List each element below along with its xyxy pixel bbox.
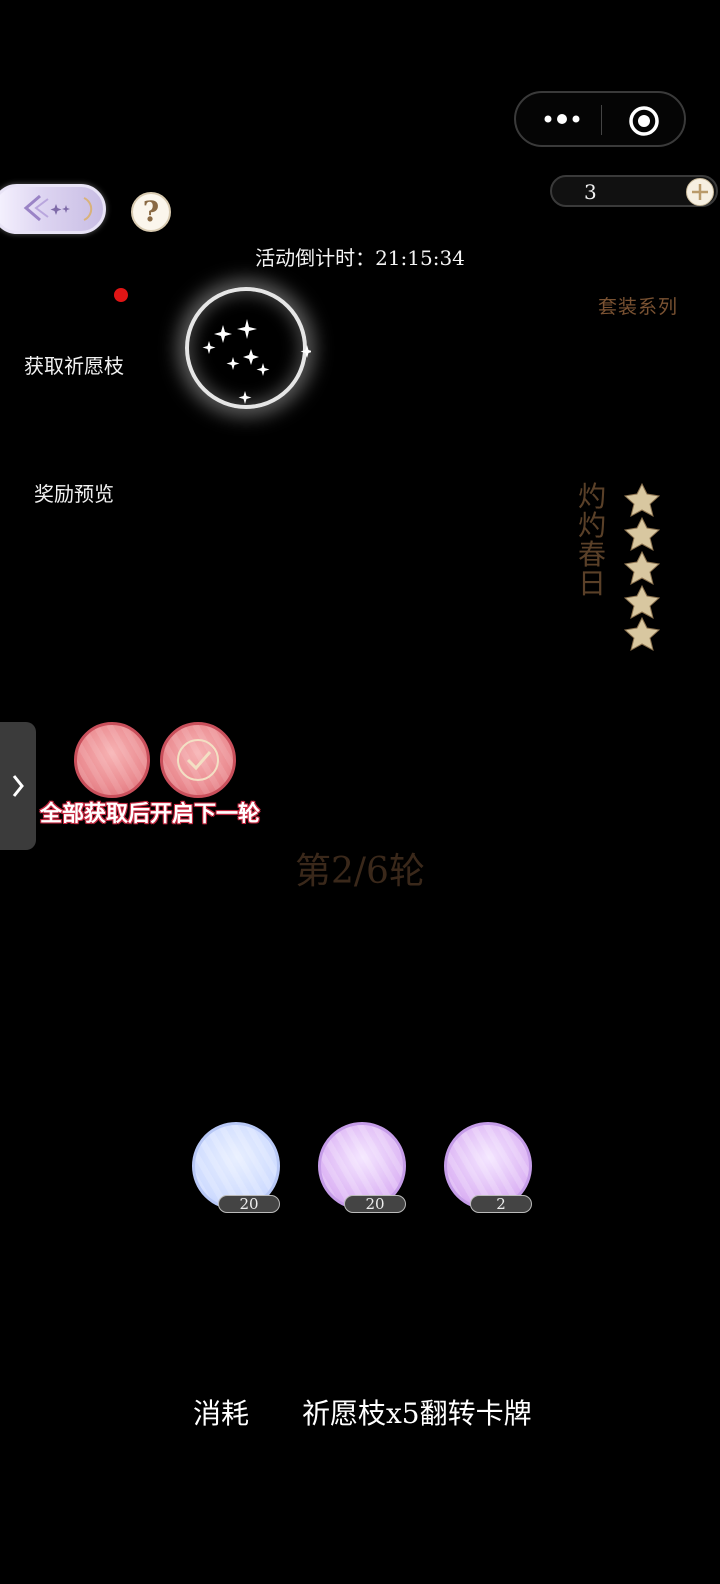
round-reward-item[interactable] xyxy=(74,722,150,798)
star-icon xyxy=(623,482,661,651)
wish-item-purple[interactable]: 20 xyxy=(318,1122,406,1214)
wish-item-purple-2[interactable]: 2 xyxy=(444,1122,532,1214)
item-count: 2 xyxy=(470,1195,532,1213)
back-button[interactable] xyxy=(0,184,106,234)
currency-bar: 3 xyxy=(550,175,718,207)
help-icon: ? xyxy=(142,195,160,228)
currency-value: 3 xyxy=(584,180,597,204)
mini-program-capsule xyxy=(514,91,686,147)
round-reward-item-claimed[interactable] xyxy=(160,722,236,798)
plus-icon xyxy=(692,184,708,200)
reward-preview-button[interactable]: 奖励预览 xyxy=(34,478,114,507)
countdown-timer: 活动倒计时：21:15:34 xyxy=(255,246,465,270)
side-drawer-toggle[interactable] xyxy=(0,722,36,850)
wish-orb[interactable] xyxy=(185,287,311,409)
get-wish-branch-button[interactable]: 获取祈愿枝 xyxy=(24,350,124,379)
add-currency-button[interactable] xyxy=(686,178,714,206)
wish-item-blue[interactable]: 20 xyxy=(192,1122,280,1214)
more-dots-icon[interactable] xyxy=(540,107,584,131)
suit-name: 灼灼春日 xyxy=(578,480,607,600)
capsule-divider xyxy=(601,105,602,135)
help-button[interactable]: ? xyxy=(131,192,171,232)
star-rating xyxy=(622,482,662,656)
suit-series-link[interactable]: 套装系列 xyxy=(598,292,678,319)
flip-card-action[interactable]: 祈愿枝x5翻转卡牌 xyxy=(302,1392,532,1432)
chevron-right-icon xyxy=(12,775,24,797)
item-count: 20 xyxy=(218,1195,280,1213)
check-icon xyxy=(177,739,219,781)
next-round-notice: 全部获取后开启下一轮 xyxy=(40,801,261,827)
back-arrow-icon xyxy=(23,194,93,222)
sparkle-icon xyxy=(202,319,311,404)
consume-label: 消耗 xyxy=(193,1397,250,1430)
notification-dot xyxy=(114,288,128,302)
target-circle-icon[interactable] xyxy=(628,105,660,137)
round-indicator: 第2/6轮 xyxy=(295,851,425,892)
item-count: 20 xyxy=(344,1195,406,1213)
